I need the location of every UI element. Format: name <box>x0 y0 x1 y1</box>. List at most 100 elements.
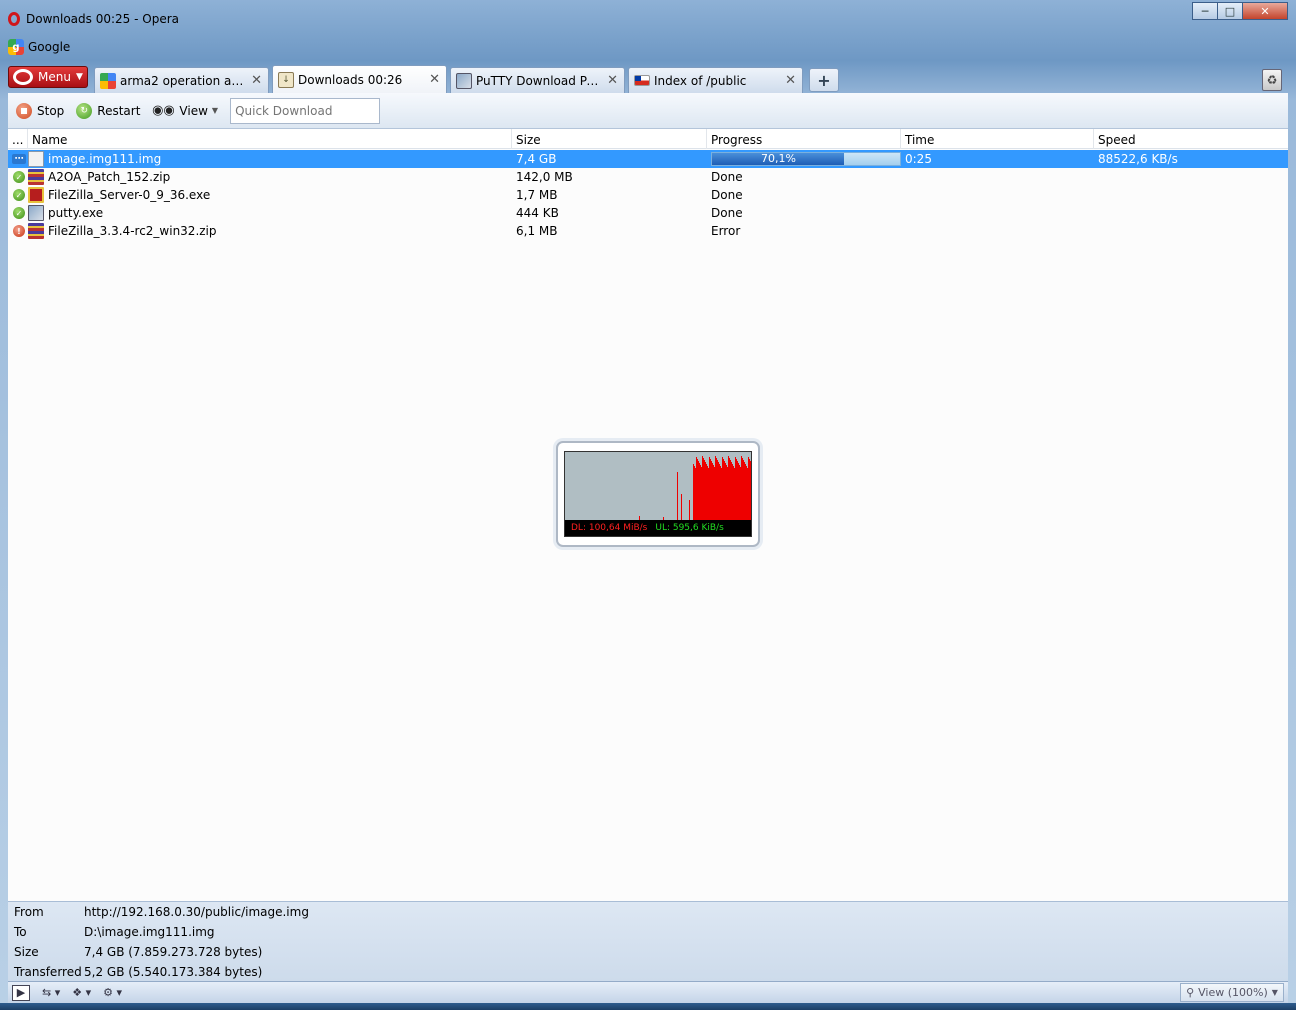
graph-bar <box>717 460 718 520</box>
graph-bar <box>693 464 694 520</box>
graph-bar <box>731 462 732 520</box>
stop-label: Stop <box>37 103 65 118</box>
flag-icon <box>634 75 650 86</box>
check-icon: ✓ <box>13 207 25 219</box>
sync-icon[interactable]: ⇆ ▾ <box>42 985 60 1001</box>
downloading-icon: ⋯ <box>12 154 26 164</box>
table-row[interactable]: ✓ FileZilla_Server-0_9_36.exe 1,7 MB Don… <box>8 186 1288 204</box>
file-name: putty.exe <box>48 206 104 220</box>
file-name: FileZilla_3.3.4-rc2_win32.zip <box>48 224 217 238</box>
table-row[interactable]: ! FileZilla_3.3.4-rc2_win32.zip 6,1 MB E… <box>8 222 1288 240</box>
graph-bar <box>744 462 745 520</box>
graph-bar <box>741 456 742 520</box>
header-progress[interactable]: Progress <box>707 129 901 149</box>
graph-bar <box>707 466 708 520</box>
trash-icon[interactable]: ♻ <box>1262 69 1282 91</box>
progress-text: 70,1% <box>761 152 796 165</box>
opera-menu-icon <box>13 69 33 85</box>
detail-label: Transferred <box>14 965 82 979</box>
tab-arma2[interactable]: arma2 operation arrow... ✕ <box>94 67 269 93</box>
graph-bar <box>728 456 729 520</box>
graph-bar <box>689 500 690 520</box>
graph-bar <box>738 463 739 520</box>
image-file-icon <box>28 151 44 167</box>
minimize-button[interactable]: ─ <box>1192 2 1218 20</box>
zip-file-icon <box>28 169 44 185</box>
zoom-control[interactable]: ⚲ View (100%) ▼ <box>1180 983 1284 1002</box>
tab-downloads[interactable]: ↓ Downloads 00:26 ✕ <box>272 65 447 93</box>
magnifier-icon: ⚲ <box>1186 986 1195 999</box>
detail-value: 5,2 GB (5.540.173.384 bytes) <box>84 965 263 979</box>
google-label[interactable]: Google <box>28 40 70 54</box>
bandwidth-graph <box>639 456 751 520</box>
graph-bar <box>748 457 749 520</box>
time-remaining: 0:25 <box>905 152 932 166</box>
graph-bar <box>698 461 699 520</box>
graph-bar <box>742 458 743 520</box>
tab-close-icon[interactable]: ✕ <box>251 73 262 88</box>
graph-bar <box>694 466 695 520</box>
graph-bar <box>713 465 714 520</box>
zoom-label: View (100%) <box>1198 986 1268 999</box>
download-speed: 88522,6 KB/s <box>1098 152 1178 166</box>
table-row[interactable]: ✓ putty.exe 444 KB Done <box>8 204 1288 222</box>
table-row[interactable]: ⋯ image.img111.img 7,4 GB 70,1% 0:25 885… <box>8 150 1288 168</box>
quick-download-input[interactable] <box>230 97 381 124</box>
close-button[interactable]: ✕ <box>1242 2 1288 20</box>
graph-bar <box>726 465 727 520</box>
header-speed[interactable]: Speed <box>1094 129 1288 149</box>
chevron-down-icon: ▼ <box>211 106 219 115</box>
tab-index-public[interactable]: Index of /public ✕ <box>628 67 803 93</box>
downloads-panel: ... Name Size Progress Time Speed ⋯ imag… <box>8 129 1288 901</box>
graph-bar <box>702 456 703 520</box>
maximize-button[interactable]: □ <box>1217 2 1243 20</box>
header-name[interactable]: Name <box>28 129 512 149</box>
error-icon: ! <box>13 225 25 237</box>
detail-value[interactable]: D:\image.img111.img <box>84 925 215 939</box>
upload-rate: UL: 595,6 KiB/s <box>655 523 724 533</box>
graph-bar <box>734 468 735 520</box>
graph-bar <box>732 464 733 520</box>
restart-button[interactable]: ↻ Restart <box>76 102 140 119</box>
header-size[interactable]: Size <box>512 129 707 149</box>
tab-close-icon[interactable]: ✕ <box>429 72 440 87</box>
tab-putty[interactable]: PuTTY Download Page ✕ <box>450 67 625 93</box>
graph-bar <box>735 457 736 520</box>
graph-bar <box>710 459 711 520</box>
menu-button[interactable]: Menu ▼ <box>8 66 88 88</box>
turbo-icon[interactable]: ⚙ ▾ <box>103 985 122 1001</box>
putty-file-icon <box>28 205 44 221</box>
graph-bar <box>711 461 712 520</box>
progress-cell: 70,1% <box>707 152 901 166</box>
graph-bar <box>746 466 747 520</box>
graph-bar <box>747 468 748 520</box>
chevron-down-icon: ▼ <box>1271 988 1278 997</box>
tab-close-icon[interactable]: ✕ <box>607 73 618 88</box>
tab-label: Downloads 00:26 <box>298 72 403 87</box>
detail-value: 7,4 GB (7.859.273.728 bytes) <box>84 945 263 959</box>
graph-bar <box>718 462 719 520</box>
graph-bar <box>681 494 682 520</box>
detail-transferred: Transferred 5,2 GB (5.540.173.384 bytes) <box>8 962 1288 982</box>
downloads-list: ⋯ image.img111.img 7,4 GB 70,1% 0:25 885… <box>8 150 1288 240</box>
panel-toggle-icon[interactable]: ▶ <box>12 984 30 1001</box>
progress-status: Done <box>711 170 743 184</box>
header-status[interactable]: ... <box>8 129 28 149</box>
detail-value[interactable]: http://192.168.0.30/public/image.img <box>84 905 309 919</box>
tab-label: Index of /public <box>654 73 747 88</box>
bandwidth-monitor-widget[interactable]: DL: 100,64 MiB/s UL: 595,6 KiB/s <box>556 441 760 547</box>
tab-close-icon[interactable]: ✕ <box>785 73 796 88</box>
detail-size: Size 7,4 GB (7.859.273.728 bytes) <box>8 942 1288 962</box>
graph-bar <box>743 460 744 520</box>
detail-label: To <box>14 925 27 939</box>
download-rate: DL: 100,64 MiB/s <box>571 523 648 533</box>
view-button[interactable]: ◉◉ View ▼ <box>152 103 218 119</box>
name-cell: FileZilla_Server-0_9_36.exe <box>28 187 512 203</box>
unite-icon[interactable]: ❖ ▾ <box>72 985 91 1001</box>
stop-button[interactable]: Stop <box>16 102 65 119</box>
name-cell: image.img111.img <box>28 151 512 167</box>
header-time[interactable]: Time <box>901 129 1094 149</box>
graph-bar <box>709 457 710 520</box>
table-row[interactable]: ✓ A2OA_Patch_152.zip 142,0 MB Done <box>8 168 1288 186</box>
new-tab-button[interactable]: + <box>809 68 839 92</box>
